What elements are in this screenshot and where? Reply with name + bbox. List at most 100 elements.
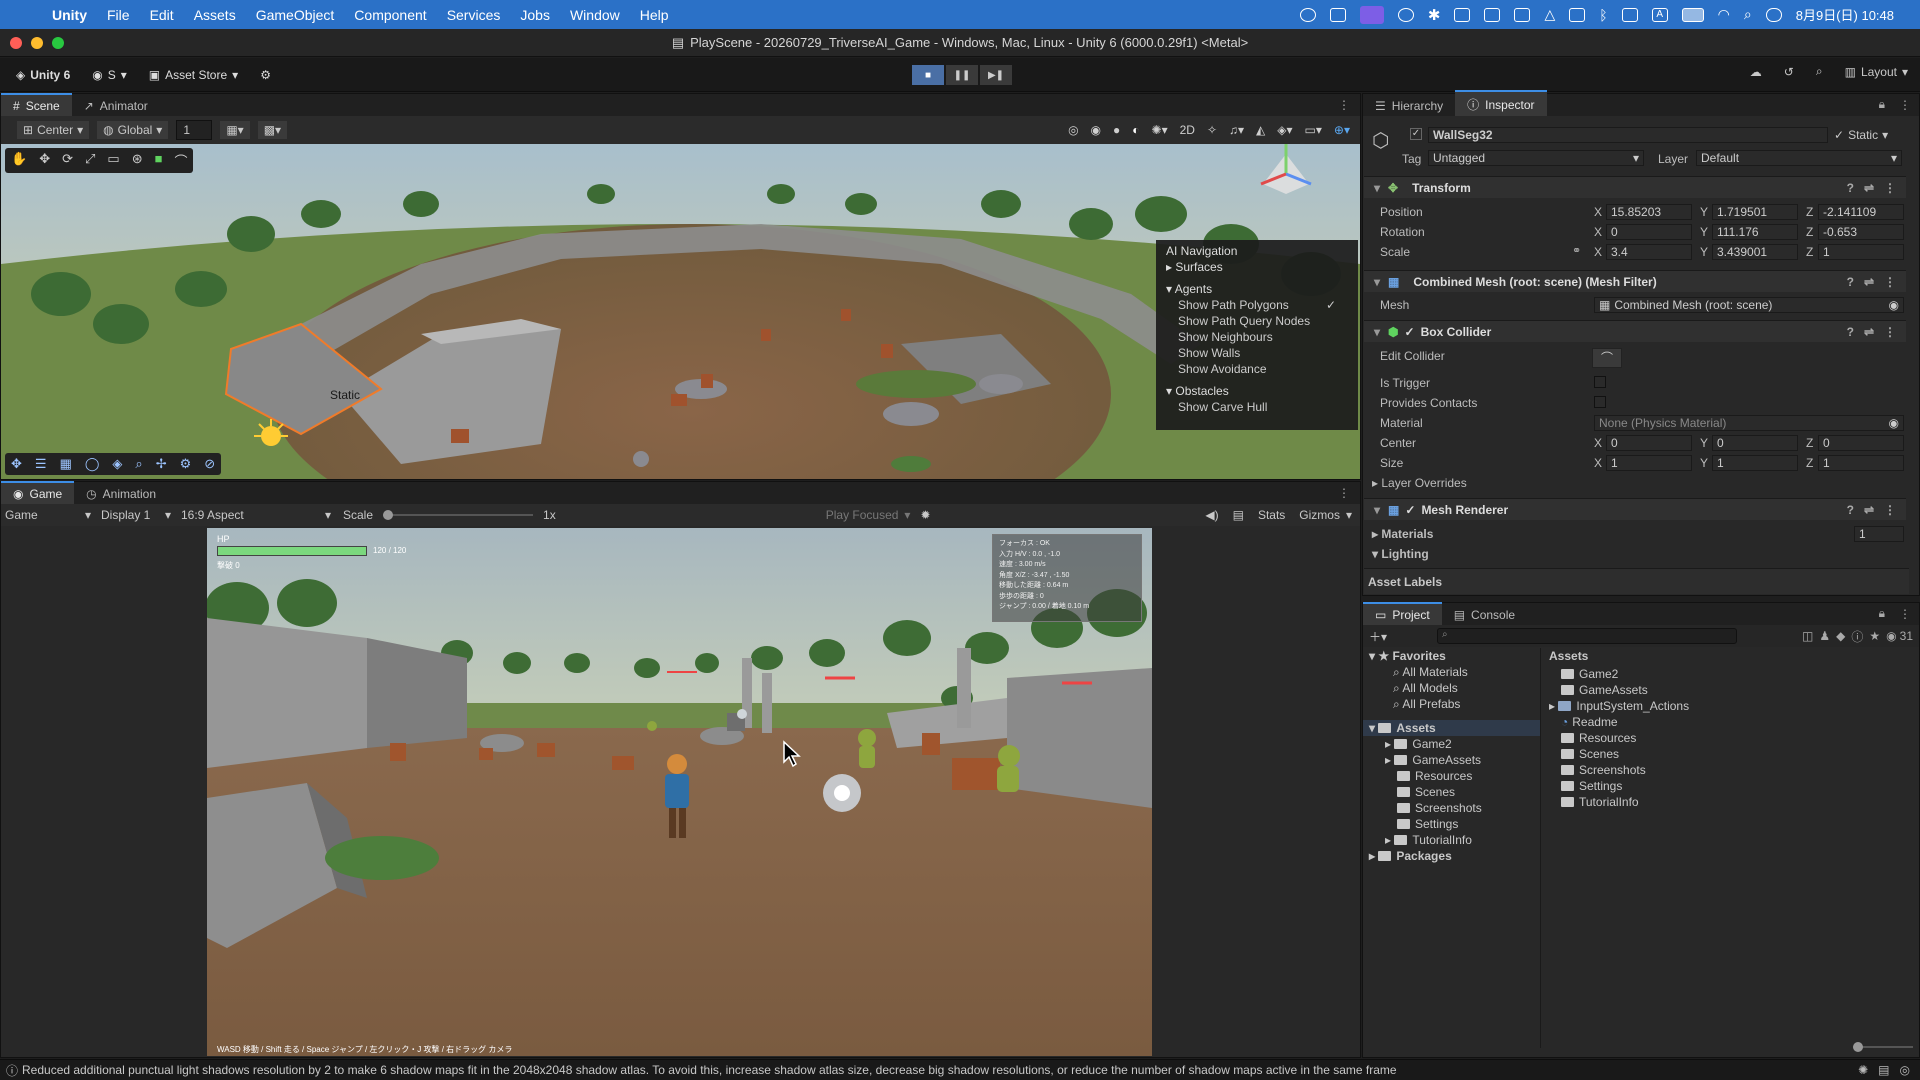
cloud-icon[interactable]: ☁ <box>1750 65 1762 79</box>
scale-slider-thumb[interactable] <box>383 510 394 520</box>
transform-header[interactable]: ▾ ✥ Transform ? ⇌ ⋮ <box>1364 176 1906 198</box>
nav-tool-icon[interactable]: ◯ <box>85 456 100 472</box>
box-collider-header[interactable]: ▾ ⬢ ✓ Box Collider ? ⇌ ⋮ <box>1364 320 1906 342</box>
menu-window[interactable]: Window <box>570 7 620 23</box>
search-icon[interactable]: ⌕ <box>1816 64 1823 79</box>
lighting-toggle-icon[interactable]: ✧ <box>1207 123 1217 137</box>
favorites-foldout[interactable]: ▾ ★ Favorites <box>1363 648 1540 664</box>
more-options-icon[interactable]: ⋮ <box>1891 98 1919 116</box>
shaded-wire-icon[interactable]: ◉ <box>1091 123 1101 137</box>
component-enabled-checkbox[interactable]: ✓ <box>1405 325 1415 339</box>
more-options-icon[interactable]: ⋮ <box>1328 98 1360 116</box>
status-icon[interactable] <box>1514 7 1531 22</box>
asset-item[interactable]: ◔ Readme <box>1547 714 1917 730</box>
debug-icon[interactable]: ✺ <box>1858 1063 1868 1077</box>
size-y-field[interactable]: 1 <box>1712 455 1798 471</box>
gizmos-button[interactable]: Gizmos ▾ <box>1299 508 1352 522</box>
scale-z-field[interactable]: 1 <box>1818 244 1904 260</box>
search-input[interactable]: ⌕ <box>1437 628 1738 644</box>
edit-collider-button[interactable]: ⌒ <box>1592 348 1622 368</box>
lock-icon[interactable]: 🔒︎ <box>1873 606 1891 625</box>
notification-icon[interactable]: ◎ <box>1900 1063 1910 1077</box>
menu-item-show-avoidance[interactable]: Show Avoidance <box>1156 360 1358 376</box>
asset-item[interactable]: Settings <box>1547 778 1917 794</box>
asset-item[interactable]: GameAssets <box>1547 682 1917 698</box>
center-x-field[interactable]: 0 <box>1606 435 1692 451</box>
folder-tree-item[interactable]: Settings <box>1363 816 1540 832</box>
mesh-filter-header[interactable]: ▾ ▦ Combined Mesh (root: scene) (Mesh Fi… <box>1364 270 1906 292</box>
is-trigger-checkbox[interactable] <box>1594 376 1606 388</box>
mesh-field[interactable]: ▦ Combined Mesh (root: scene) ◉ <box>1594 297 1904 313</box>
filter-label-icon[interactable]: ♟ <box>1819 629 1830 643</box>
status-icon[interactable] <box>1299 7 1316 22</box>
asset-labels-bar[interactable]: Asset Labels <box>1364 568 1909 594</box>
static-toggle[interactable]: ✓ Static ▾ <box>1834 128 1888 142</box>
settings-button[interactable]: ⚙ <box>254 65 277 85</box>
preset-icon[interactable]: ⇌ <box>1864 181 1874 195</box>
audio-toggle-icon[interactable]: ♫▾ <box>1229 123 1244 137</box>
favorite-item[interactable]: ⌕ All Prefabs <box>1363 696 1540 712</box>
mute-audio-icon[interactable]: ◀) <box>1205 508 1218 522</box>
asset-item[interactable]: Scenes <box>1547 746 1917 762</box>
help-icon[interactable]: ? <box>1847 325 1854 339</box>
nav-tool-icon[interactable]: ✢ <box>156 456 167 472</box>
zoom-button[interactable] <box>52 37 64 49</box>
packages-foldout[interactable]: ▸ Packages <box>1363 848 1540 864</box>
visibility-icon[interactable]: ◈▾ <box>1277 123 1292 137</box>
menu-item-show-path-query-nodes[interactable]: Show Path Query Nodes <box>1156 312 1358 328</box>
input-source-icon[interactable]: A <box>1651 7 1668 22</box>
nav-tool-icon[interactable]: ▦ <box>60 456 72 472</box>
more-options-icon[interactable]: ⋮ <box>1884 503 1896 517</box>
menu-app[interactable]: Unity <box>52 7 87 23</box>
favorite-icon[interactable]: ★ <box>1869 629 1880 643</box>
shaded-icon[interactable]: ● <box>1113 123 1120 137</box>
battery-icon[interactable] <box>1681 7 1704 22</box>
move-tool-icon[interactable]: ✥ <box>39 151 50 170</box>
size-x-field[interactable]: 1 <box>1606 455 1692 471</box>
custom-tool-icon[interactable]: ■ <box>155 151 163 170</box>
menu-services[interactable]: Services <box>447 7 501 23</box>
tab-animation[interactable]: ◷ Animation <box>74 483 168 504</box>
asset-item[interactable]: Screenshots <box>1547 762 1917 778</box>
status-icon[interactable] <box>1329 7 1346 22</box>
tag-dropdown[interactable]: Untagged ▾ <box>1428 150 1644 166</box>
stop-button[interactable]: ■ <box>912 65 944 85</box>
help-icon[interactable]: ? <box>1847 503 1854 517</box>
menu-assets[interactable]: Assets <box>194 7 236 23</box>
section-surfaces[interactable]: ▸ Surfaces <box>1156 258 1358 274</box>
edit-collider-tool-icon[interactable]: ⌒ <box>174 151 187 170</box>
tab-game[interactable]: ◉ Game <box>1 481 75 504</box>
icon-size-slider[interactable] <box>1853 1042 1913 1052</box>
info-icon[interactable]: ⓘ <box>1851 628 1863 645</box>
favorite-item[interactable]: ⌕ All Materials <box>1363 664 1540 680</box>
menu-item-show-neighbours[interactable]: Show Neighbours <box>1156 328 1358 344</box>
status-icon[interactable] <box>1621 7 1638 22</box>
increment-snap-icon[interactable]: ▩▾ <box>257 121 288 139</box>
preset-icon[interactable]: ⇌ <box>1864 275 1874 289</box>
draw-mode-icon[interactable]: ✺▾ <box>1152 123 1168 137</box>
status-icon[interactable] <box>1569 7 1586 22</box>
asset-item[interactable]: ▸ InputSystem_Actions <box>1547 698 1917 714</box>
nav-tool-icon[interactable]: ☰ <box>35 456 47 472</box>
wireframe-icon[interactable]: ◎ <box>1068 123 1078 137</box>
assets-foldout[interactable]: ▾ Assets <box>1363 720 1540 736</box>
constrain-proportions-icon[interactable]: ⚭ <box>1572 244 1581 257</box>
hand-tool-icon[interactable]: ✋ <box>11 151 27 170</box>
menu-help[interactable]: Help <box>640 7 669 23</box>
rotate-tool-icon[interactable]: ⟳ <box>62 151 73 170</box>
asset-item[interactable]: TutorialInfo <box>1547 794 1917 810</box>
rotation-z-field[interactable]: -0.653 <box>1818 224 1904 240</box>
status-icon[interactable] <box>1397 7 1414 22</box>
screen-share-icon[interactable] <box>1359 5 1384 24</box>
materials-foldout[interactable]: ▸ Materials <box>1372 527 1433 541</box>
size-z-field[interactable]: 1 <box>1818 455 1904 471</box>
section-agents[interactable]: ▾ Agents <box>1156 280 1358 296</box>
status-icon[interactable] <box>1484 7 1501 22</box>
space-dropdown[interactable]: ◍ Global ▾ <box>97 121 169 139</box>
scale-tool-icon[interactable]: ⤢ <box>85 151 95 170</box>
aspect-dropdown[interactable]: 16:9 Aspect ▾ <box>171 508 331 522</box>
help-icon[interactable]: ? <box>1847 181 1854 195</box>
transform-tool-icon[interactable]: ⊛ <box>132 151 143 170</box>
tab-console[interactable]: ▤ Console <box>1442 604 1527 625</box>
menu-jobs[interactable]: Jobs <box>520 7 550 23</box>
